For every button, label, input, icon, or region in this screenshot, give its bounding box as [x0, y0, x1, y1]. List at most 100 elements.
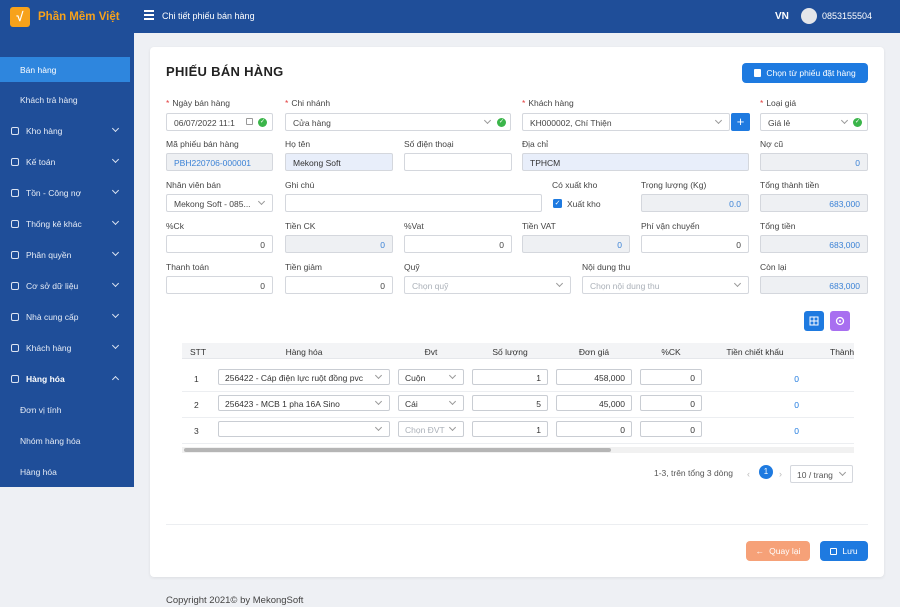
ck-pct-field[interactable]: 0	[166, 235, 273, 253]
export-checkbox[interactable]: ✓	[553, 199, 562, 208]
breadcrumb: Chi tiết phiếu bán hàng	[162, 11, 255, 21]
pick-order-label: Chọn từ phiếu đặt hàng	[766, 68, 856, 78]
user-phone[interactable]: 0853155504	[822, 11, 872, 21]
pick-order-button[interactable]: Chọn từ phiếu đặt hàng	[742, 63, 868, 83]
row3-price[interactable]: 0	[556, 421, 632, 437]
sidebar-item-hang-hoa-list[interactable]: Hàng hóa	[0, 459, 130, 484]
sidebar-item-nha-cung-cap[interactable]: Nhà cung cấp	[0, 304, 130, 329]
payment-field[interactable]: 0	[166, 276, 273, 294]
scrollbar-thumb[interactable]	[184, 448, 611, 452]
settings-button[interactable]	[830, 311, 850, 331]
chevron-down-icon	[111, 279, 120, 288]
customer-select[interactable]: KH000002, Chí Thiện	[522, 113, 730, 131]
row3-stt: 3	[194, 426, 199, 436]
row3-ck[interactable]: 0	[640, 421, 702, 437]
col-unit: Đvt	[424, 347, 438, 357]
weight-label: Trọng lượng (Kg)	[641, 180, 707, 190]
sidebar-item-ban-hang[interactable]: Bán hàng	[0, 57, 130, 82]
row1-product[interactable]: 256422 - Cáp điện lực ruột đồng pvc	[218, 369, 390, 385]
logo[interactable]: √ Phần Mềm Việt	[0, 0, 134, 33]
phone-label: Số điện thoại	[404, 139, 454, 149]
database-icon	[11, 281, 19, 290]
address-field[interactable]: TPHCM	[522, 153, 749, 171]
back-button[interactable]: ← Quay lại	[746, 541, 810, 561]
row2-price[interactable]: 45,000	[556, 395, 632, 411]
logo-text: Phần Mềm Việt	[38, 10, 120, 23]
language-switcher[interactable]: VN	[775, 11, 789, 22]
weight-field: 0.0	[641, 194, 749, 212]
phone-field[interactable]	[404, 153, 512, 171]
sidebar-item-hang-hoa[interactable]: Hàng hóa	[0, 366, 130, 391]
next-page-icon[interactable]: ›	[779, 469, 782, 479]
total-field: 683,000	[760, 235, 868, 253]
supplier-icon	[11, 312, 19, 321]
date-field[interactable]: 06/07/2022 11:1	[166, 113, 273, 131]
gear-icon	[835, 316, 845, 326]
chevron-down-icon	[111, 155, 120, 164]
sidebar-item-khach-tra-hang[interactable]: Khách trả hàng	[0, 87, 130, 112]
staff-label: Nhân viên bán	[166, 180, 221, 190]
row1-ck[interactable]: 0	[640, 369, 702, 385]
sidebar-item-don-vi-tinh[interactable]: Đơn vị tính	[0, 397, 130, 422]
row1-qty[interactable]: 1	[472, 369, 548, 385]
add-customer-button[interactable]: +	[731, 113, 750, 131]
chevron-down-icon	[111, 310, 120, 319]
row2-stt: 2	[194, 400, 199, 410]
fund-select[interactable]: Chọn quỹ	[404, 276, 571, 294]
valid-check-icon: ✓	[853, 118, 862, 127]
content-select[interactable]: Chọn nội dung thu	[582, 276, 749, 294]
col-stt: STT	[189, 347, 207, 357]
branch-select[interactable]: Cửa hàng	[285, 113, 511, 131]
sidebar-item-phan-quyen[interactable]: Phân quyền	[0, 242, 130, 267]
footer-copyright: Copyright 2021© by MekongSoft	[166, 595, 304, 606]
row1-price[interactable]: 458,000	[556, 369, 632, 385]
document-icon	[11, 188, 19, 197]
logo-mark-icon: √	[10, 6, 30, 27]
vat-pct-field[interactable]: 0	[404, 235, 512, 253]
chevron-down-icon	[111, 186, 120, 195]
avatar[interactable]	[801, 8, 817, 24]
sidebar-item-ke-toan[interactable]: Kế toán	[0, 149, 130, 174]
sidebar-item-label: Nhóm hàng hóa	[20, 435, 81, 446]
sidebar-item-nhom-hang-hoa[interactable]: Nhóm hàng hóa	[0, 428, 130, 453]
warehouse-icon	[11, 126, 19, 135]
chart-icon	[11, 219, 19, 228]
row2-discount: 0	[794, 400, 799, 410]
shipping-field[interactable]: 0	[641, 235, 749, 253]
save-button[interactable]: Lưu	[820, 541, 868, 561]
discount-field[interactable]: 0	[285, 276, 393, 294]
row2-ck[interactable]: 0	[640, 395, 702, 411]
note-textarea[interactable]	[285, 194, 542, 212]
save-icon	[830, 547, 838, 555]
sidebar-item-thong-ke-khac[interactable]: Thống kê khác	[0, 211, 130, 236]
old-debt-label: Nợ cũ	[760, 139, 784, 149]
price-type-select[interactable]: Giá lẻ	[760, 113, 868, 131]
row2-qty[interactable]: 5	[472, 395, 548, 411]
hamburger-menu-icon[interactable]	[144, 10, 154, 20]
row2-product[interactable]: 256423 - MCB 1 pha 16A Sino	[218, 395, 390, 411]
users-icon	[11, 343, 19, 352]
pager-info: 1-3, trên tổng 3 dòng	[654, 468, 733, 478]
add-row-button[interactable]	[804, 311, 824, 331]
sidebar-item-label: Đơn vị tính	[20, 404, 62, 415]
row3-product[interactable]	[218, 421, 390, 437]
note-label: Ghi chú	[285, 180, 315, 190]
name-field[interactable]: Mekong Soft	[285, 153, 393, 171]
sidebar-item-khach-hang[interactable]: Khách hàng	[0, 335, 130, 360]
top-bar: √ Phần Mềm Việt Chi tiết phiếu bán hàng …	[0, 0, 900, 33]
content-label: Nội dung thu	[582, 262, 631, 272]
row-divider	[182, 417, 854, 418]
sidebar-item-kho-hang[interactable]: Kho hàng	[0, 118, 130, 143]
row-divider	[182, 443, 854, 444]
row3-qty[interactable]: 1	[472, 421, 548, 437]
sidebar-item-ton-cong-no[interactable]: Tồn - Công nợ	[0, 180, 130, 205]
prev-page-icon[interactable]: ‹	[747, 469, 750, 479]
grid-icon	[809, 316, 819, 326]
staff-select[interactable]: Mekong Soft - 085...	[166, 194, 273, 212]
chevron-down-icon	[111, 248, 120, 257]
vat-amount-label: Tiền VAT	[522, 221, 556, 231]
sidebar-item-co-so-du-lieu[interactable]: Cơ sở dữ liệu	[0, 273, 130, 298]
page-1-button[interactable]: 1	[759, 465, 773, 479]
remaining-field: 683,000	[760, 276, 868, 294]
remaining-label: Còn lại	[760, 262, 787, 272]
